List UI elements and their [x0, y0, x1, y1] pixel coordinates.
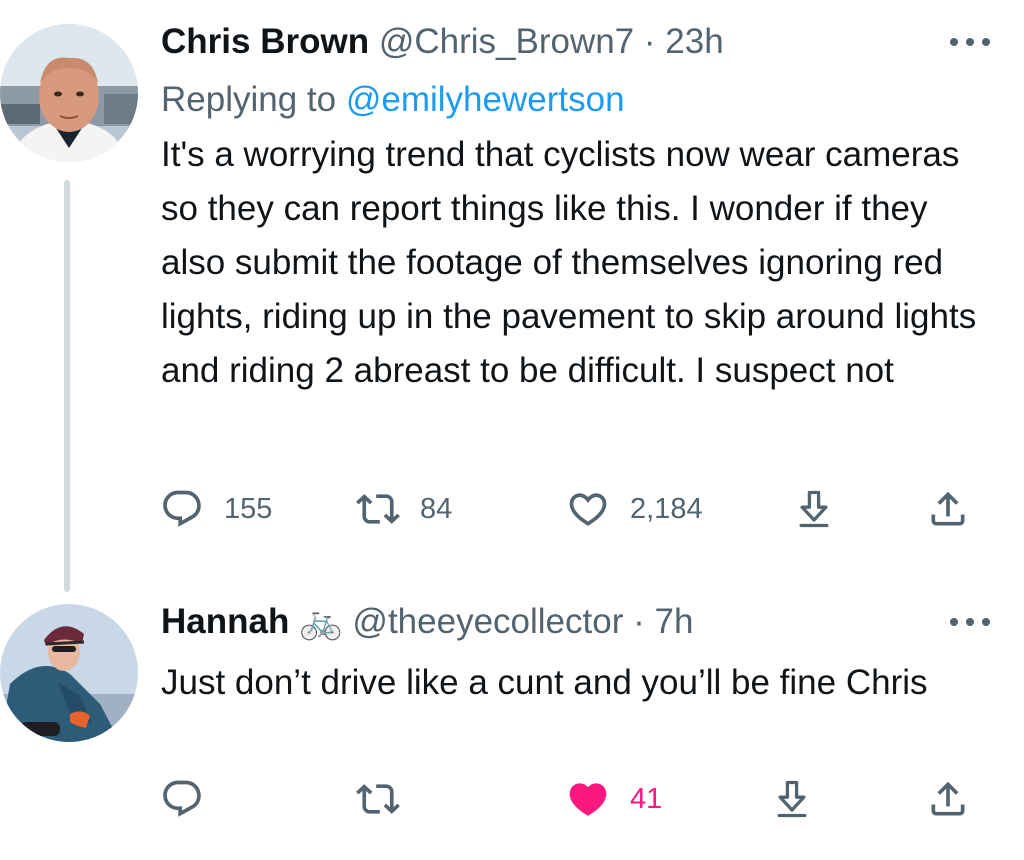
tweet-text: It's a worrying trend that cyclists now … — [161, 135, 977, 390]
separator-dot: · — [643, 22, 656, 61]
tweet-header: Chris Brown @Chris_Brown7 · 23h — [161, 22, 984, 62]
reply-mention-link[interactable]: @emilyhewertson — [346, 80, 625, 119]
separator-dot: · — [633, 602, 645, 641]
reply-button[interactable]: 155 — [160, 484, 272, 534]
reply-icon — [160, 777, 204, 821]
replying-to: Replying to @emilyhewertson — [161, 80, 984, 120]
replying-to-label: Replying to — [161, 80, 337, 119]
author-name[interactable]: Chris Brown — [161, 22, 369, 61]
like-count: 41 — [630, 782, 663, 815]
tweet-actions: 155 84 2,184 — [160, 484, 980, 534]
thread-connector-line — [64, 180, 70, 592]
avatar[interactable] — [0, 604, 138, 742]
timestamp[interactable]: 7h — [655, 602, 694, 641]
like-button[interactable]: 2,184 — [566, 484, 703, 534]
more-options-icon[interactable] — [950, 616, 990, 628]
heart-filled-icon — [566, 777, 610, 821]
bookmark-button[interactable] — [792, 484, 836, 534]
like-count: 2,184 — [630, 492, 703, 525]
tweet-hannah[interactable]: Hannah 🚲 @theeyecollector · 7h Just don’… — [0, 600, 1024, 860]
retweet-icon — [356, 777, 400, 821]
timestamp[interactable]: 23h — [665, 22, 723, 61]
avatar[interactable] — [0, 24, 138, 162]
bookmark-download-icon — [770, 777, 814, 821]
tweet-chris-brown[interactable]: Chris Brown @Chris_Brown7 · 23h Replying… — [0, 0, 1024, 600]
more-options-icon[interactable] — [950, 36, 990, 48]
reply-count: 155 — [224, 492, 273, 525]
bookmark-download-icon — [792, 487, 836, 531]
author-handle[interactable]: @theeyecollector — [352, 602, 623, 641]
author-handle[interactable]: @Chris_Brown7 — [379, 22, 634, 61]
like-button[interactable]: 41 — [566, 774, 662, 824]
share-icon — [926, 487, 970, 531]
reply-button[interactable] — [160, 774, 204, 824]
share-button[interactable] — [926, 774, 970, 824]
tweet-text: Just don’t drive like a cunt and you’ll … — [161, 663, 928, 702]
share-icon — [926, 777, 970, 821]
tweet-actions: 41 — [160, 774, 980, 824]
bicycle-emoji-icon: 🚲 — [299, 602, 343, 641]
author-name[interactable]: Hannah — [161, 602, 289, 641]
reply-icon — [160, 487, 204, 531]
retweet-icon — [356, 487, 400, 531]
tweet-body: Chris Brown @Chris_Brown7 · 23h Replying… — [161, 22, 984, 398]
retweet-button[interactable]: 84 — [356, 484, 452, 534]
retweet-button[interactable] — [356, 774, 400, 824]
retweet-count: 84 — [420, 492, 453, 525]
bookmark-button[interactable] — [770, 774, 814, 824]
tweet-body: Hannah 🚲 @theeyecollector · 7h Just don’… — [161, 602, 984, 710]
tweet-header: Hannah 🚲 @theeyecollector · 7h — [161, 602, 984, 642]
share-button[interactable] — [926, 484, 970, 534]
heart-icon — [566, 487, 610, 531]
